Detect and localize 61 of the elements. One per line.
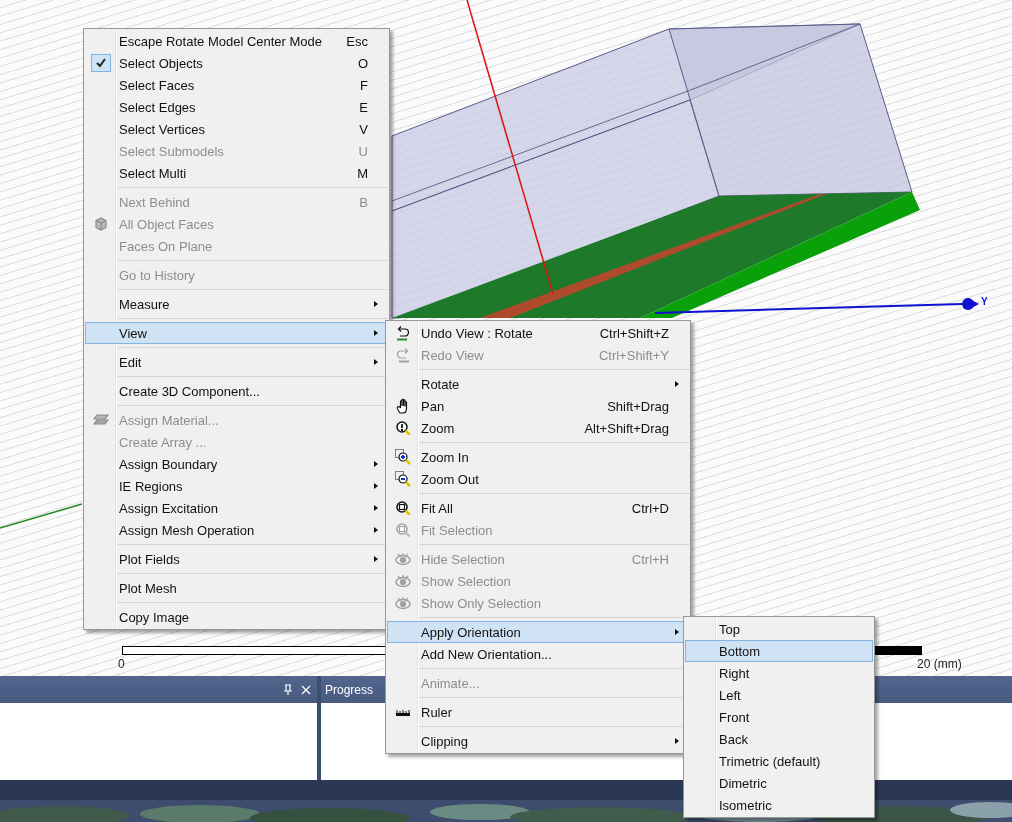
menu-item[interactable]: Plot Fields — [85, 548, 388, 570]
shortcut-label: O — [357, 55, 369, 71]
undo-icon — [395, 325, 411, 341]
menu-item[interactable]: Right — [685, 662, 873, 684]
menu-item[interactable]: Undo View : Rotate Ctrl+Shift+Z — [387, 322, 689, 344]
scale-label: 20 (mm) — [917, 657, 962, 671]
shortcut-label: E — [359, 99, 369, 115]
eye-icon — [395, 573, 411, 589]
shortcut-label: Ctrl+Shift+Z — [599, 325, 670, 341]
menu-item[interactable]: Zoom In — [387, 446, 689, 468]
menu-item[interactable]: Select Faces F — [85, 74, 388, 96]
menu-item[interactable]: Escape Rotate Model Center Mode Esc — [85, 30, 388, 52]
menu-item[interactable]: Copy Image — [85, 606, 388, 628]
layers-icon — [93, 412, 109, 428]
menu-item[interactable]: Isometric — [685, 794, 873, 816]
menu-item[interactable]: Select Objects O — [85, 52, 388, 74]
shortcut-label: U — [358, 143, 369, 159]
menu-item[interactable]: Bottom — [685, 640, 873, 662]
shortcut-label: Shift+Drag — [607, 398, 670, 414]
menu-item[interactable]: Front — [685, 706, 873, 728]
shortcut-label: M — [357, 165, 369, 181]
menu-item[interactable]: Assign Mesh Operation — [85, 519, 388, 541]
scale-label: 0 — [118, 657, 125, 671]
shortcut-label: Ctrl+Shift+Y — [598, 347, 670, 363]
menu-item[interactable]: Assign Excitation — [85, 497, 388, 519]
menu-item[interactable]: Select Vertices V — [85, 118, 388, 140]
menu-item[interactable]: Select Edges E — [85, 96, 388, 118]
redo-icon — [395, 347, 411, 363]
eye-icon — [395, 595, 411, 611]
shortcut-label: Esc — [346, 33, 369, 49]
shortcut-label: Ctrl+H — [631, 551, 670, 567]
menu-item[interactable]: Dimetric — [685, 772, 873, 794]
menu-item[interactable]: Left — [685, 684, 873, 706]
shortcut-label: B — [359, 194, 369, 210]
menu-item[interactable]: Fit All Ctrl+D — [387, 497, 689, 519]
panel-title: Progress — [325, 682, 374, 697]
cube-icon — [93, 216, 109, 232]
menu-item[interactable]: Zoom Alt+Shift+Drag — [387, 417, 689, 439]
menu-item[interactable]: Trimetric (default) — [685, 750, 873, 772]
menu-item[interactable]: Create 3D Component... — [85, 380, 388, 402]
magnifier-icon — [395, 522, 411, 538]
zoom-out-icon — [395, 471, 411, 487]
shortcut-label: V — [359, 121, 369, 137]
menu-item[interactable]: Plot Mesh — [85, 577, 388, 599]
menu-item[interactable]: Select Multi M — [85, 162, 388, 184]
menu-item[interactable]: IE Regions — [85, 475, 388, 497]
menu-item[interactable]: Zoom Out — [387, 468, 689, 490]
menu-item[interactable]: Measure — [85, 293, 388, 315]
menu-item[interactable]: Edit — [85, 351, 388, 373]
magnifier-icon — [395, 420, 411, 436]
menu-item[interactable]: Assign Boundary — [85, 453, 388, 475]
shortcut-label: F — [360, 77, 369, 93]
shortcut-label: Alt+Shift+Drag — [584, 420, 670, 436]
zoom-in-icon — [395, 449, 411, 465]
magnifier-icon — [395, 500, 411, 516]
eye-icon — [395, 551, 411, 567]
menu-item[interactable]: Pan Shift+Drag — [387, 395, 689, 417]
menu-item[interactable]: View — [85, 322, 388, 344]
shortcut-label: Ctrl+D — [631, 500, 670, 516]
menu-item[interactable]: Rotate — [387, 373, 689, 395]
axis-label: Y — [981, 296, 988, 307]
